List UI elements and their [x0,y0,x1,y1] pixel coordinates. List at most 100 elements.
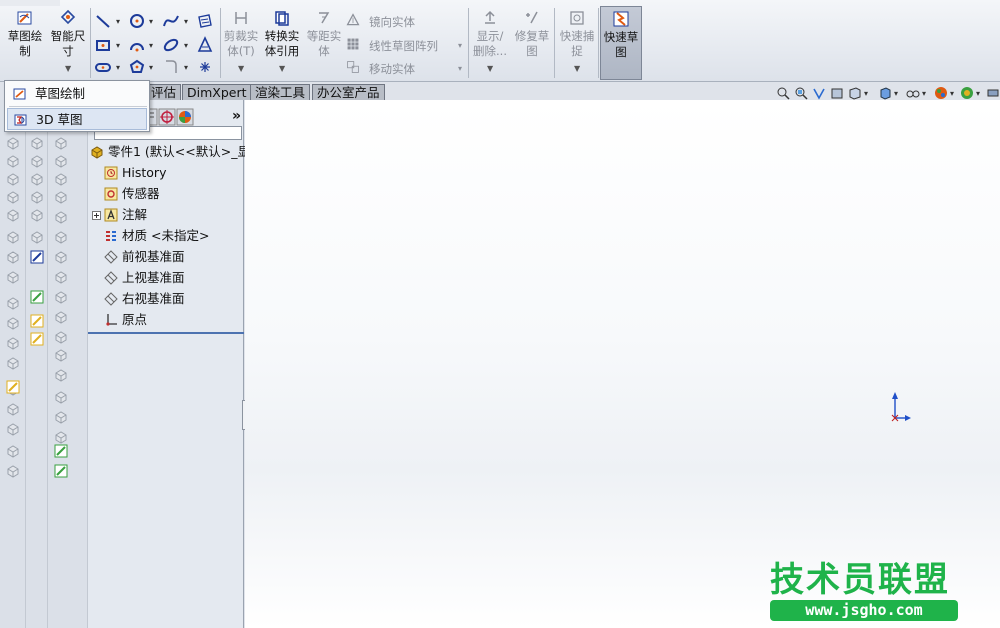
menu-item-sketch[interactable]: 草图绘制 [7,83,147,105]
chevron-down-icon[interactable]: ▾ [116,41,120,50]
extrude-cut-icon[interactable] [6,208,20,222]
shell-icon[interactable] [6,296,20,310]
expand-panel-button[interactable]: » [232,108,241,124]
trim-entities-button[interactable]: 剪裁实 体(T) ▼ [222,6,260,80]
plane-sketch-icon[interactable] [196,12,214,30]
chevron-down-icon[interactable]: ▾ [458,41,462,50]
fillet-feature-icon[interactable] [6,230,20,244]
circle-icon[interactable] [128,12,146,30]
pattern-icon[interactable] [6,356,20,370]
chamfer-icon[interactable] [54,250,68,264]
chevron-down-icon[interactable]: ▾ [976,89,980,98]
polygon-icon[interactable] [128,58,146,76]
quick-snaps-button[interactable]: 快速捕 捉 ▼ [556,6,598,80]
hide-show-items-icon[interactable] [906,86,920,100]
chevron-down-icon[interactable]: ▾ [116,63,120,72]
fillet-feature-icon[interactable] [30,230,44,244]
convert-entities-button[interactable]: 转换实 体引用 ▼ [262,6,302,80]
menu-item-3d-sketch[interactable]: 3D 草图 [7,108,147,130]
repair-sketch-button[interactable]: 修复草 图 [512,6,552,80]
chevron-down-icon[interactable]: ▾ [922,89,926,98]
extrude-cut-icon[interactable] [54,210,68,224]
hole-icon[interactable] [54,330,68,344]
fillet-feature-icon[interactable] [54,230,68,244]
graphics-area[interactable] [245,100,1000,628]
display-manager-tab-icon[interactable] [176,108,194,126]
chevron-down-icon[interactable]: ▼ [65,61,71,76]
tab-office-products[interactable]: 办公室产品 [312,84,385,100]
spline-icon[interactable] [162,12,180,30]
extrude-boss-icon[interactable] [6,444,20,458]
draft-icon[interactable] [6,316,20,330]
move-entities-item[interactable]: 移动实体 [369,61,415,77]
reference-geometry-icon[interactable] [54,410,68,424]
curves-icon[interactable] [6,402,20,416]
chevron-down-icon[interactable]: ▼ [487,61,493,76]
view-settings-icon[interactable] [986,86,1000,100]
reference-geometry-icon[interactable] [6,422,20,436]
toolbox-icon[interactable] [30,314,44,328]
chevron-down-icon[interactable]: ▾ [894,89,898,98]
text-icon[interactable] [196,36,214,54]
extrude-boss-icon[interactable] [6,136,20,150]
loft-icon[interactable] [30,190,44,204]
chevron-down-icon[interactable]: ▾ [458,64,462,73]
section-view-icon[interactable] [830,86,844,100]
loft-icon[interactable] [6,190,20,204]
sweep-icon[interactable] [30,172,44,186]
line-icon[interactable] [94,12,112,30]
sketch-button[interactable]: 草图绘 制 [4,6,46,80]
instant3d-icon[interactable] [6,380,20,394]
chevron-down-icon[interactable]: ▾ [149,17,153,26]
linear-pattern-item[interactable]: 线性草图阵列 [369,38,438,54]
loft-icon[interactable] [54,190,68,204]
curves-icon[interactable] [54,390,68,404]
toolbox-icon[interactable] [30,290,44,304]
chevron-down-icon[interactable]: ▼ [279,61,285,76]
chevron-down-icon[interactable]: ▼ [574,61,580,76]
arc-icon[interactable] [128,36,146,54]
chevron-down-icon[interactable]: ▼ [238,61,244,76]
view-orientation-icon[interactable] [848,86,862,100]
ellipse-icon[interactable] [162,36,180,54]
zoom-to-area-icon[interactable] [794,86,808,100]
revolve-boss-icon[interactable] [30,154,44,168]
shell-icon[interactable] [54,290,68,304]
design-library-icon[interactable] [30,332,44,346]
edit-appearance-icon[interactable] [934,86,948,100]
extrude-boss-icon[interactable] [30,136,44,150]
tab-render-tools[interactable]: 渲染工具 [250,84,311,100]
tab-dimxpert[interactable]: DimXpert [182,84,252,100]
extrude-boss-icon[interactable] [54,136,68,150]
chevron-down-icon[interactable]: ▾ [864,89,868,98]
tab-evaluate[interactable]: 评估 [146,84,182,100]
offset-entities-button[interactable]: 等距实 体 [304,6,344,80]
chevron-down-icon[interactable]: ▾ [149,63,153,72]
smart-fastener-icon[interactable] [54,444,68,458]
slot-icon[interactable] [94,58,112,76]
rib-icon[interactable] [6,270,20,284]
rib-icon[interactable] [54,270,68,284]
chevron-down-icon[interactable]: ▾ [116,17,120,26]
chamfer-icon[interactable] [6,250,20,264]
chevron-down-icon[interactable]: ▾ [184,17,188,26]
chevron-down-icon[interactable]: ▾ [184,41,188,50]
display-delete-relations-button[interactable]: 显示/ 删除... ▼ [470,6,510,80]
apply-scene-icon[interactable] [960,86,974,100]
previous-view-icon[interactable] [812,86,826,100]
point-icon[interactable] [196,58,214,76]
extrude-cut-icon[interactable] [30,208,44,222]
mirror-feature-icon[interactable] [54,368,68,382]
draft-icon[interactable] [54,310,68,324]
revolve-boss-icon[interactable] [54,154,68,168]
dimxpert-tab-icon[interactable] [158,108,176,126]
sweep-icon[interactable] [54,172,68,186]
chevron-down-icon[interactable]: ▾ [149,41,153,50]
rapid-sketch-button[interactable]: 快速草 图 [600,6,642,80]
sweep-icon[interactable] [6,172,20,186]
hole-icon[interactable] [6,336,20,350]
extrude-boss-icon[interactable] [54,430,68,444]
expand-plus-icon[interactable] [92,211,101,220]
smart-dimension-button[interactable]: 智能尺 寸 ▼ [48,6,88,80]
chevron-down-icon[interactable]: ▾ [950,89,954,98]
